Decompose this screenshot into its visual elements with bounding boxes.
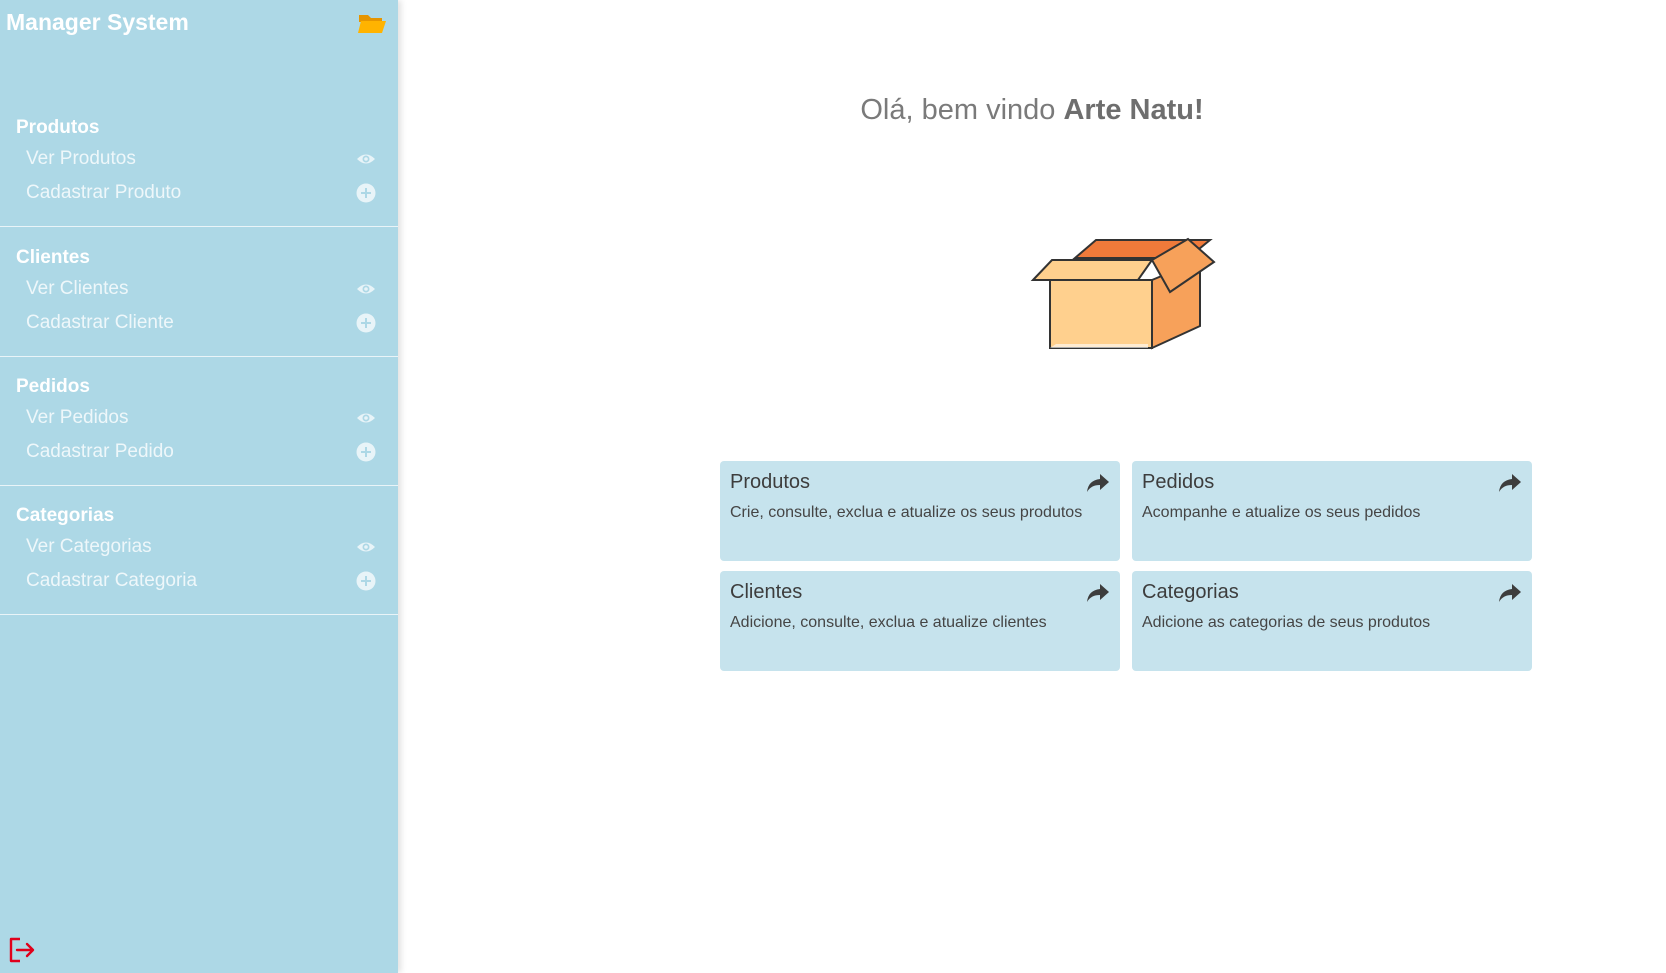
sidebar-item-cadastrar-produto[interactable]: Cadastrar Produto	[26, 178, 376, 208]
sidebar-item-label: Cadastrar Categoria	[26, 570, 198, 591]
sidebar-section-pedidos: Pedidos Ver Pedidos Cadastrar Pedido	[0, 357, 398, 486]
card-produtos[interactable]: Produtos Crie, consulte, exclua e atuali…	[720, 461, 1120, 561]
sidebar-section-produtos: Produtos Ver Produtos Cadastrar Produto	[0, 110, 398, 227]
user-name: Arte Natu!	[1063, 94, 1204, 126]
section-title: Categorias	[16, 505, 115, 526]
folder-open-icon	[358, 15, 386, 33]
sidebar-section-categorias: Categorias Ver Categorias Cadastrar Cate…	[0, 486, 398, 615]
section-title: Produtos	[16, 117, 100, 138]
card-title: Produtos	[730, 471, 811, 493]
sidebar-item-label: Ver Clientes	[26, 278, 129, 299]
sidebar-item-cadastrar-pedido[interactable]: Cadastrar Pedido	[26, 437, 376, 467]
sidebar-item-ver-produtos[interactable]: Ver Produtos	[26, 144, 376, 174]
share-arrow-icon	[1499, 584, 1521, 602]
sidebar-item-cadastrar-cliente[interactable]: Cadastrar Cliente	[26, 308, 376, 338]
card-title: Clientes	[730, 581, 803, 603]
card-clientes[interactable]: Clientes Adicione, consulte, exclua e at…	[720, 571, 1120, 671]
welcome-heading: Olá, bem vindo Arte Natu!	[398, 94, 1666, 127]
card-description: Adicione, consulte, exclua e atualize cl…	[730, 614, 1047, 631]
greeting-text: Olá, bem vindo	[860, 94, 1056, 126]
sidebar-item-label: Ver Categorias	[26, 536, 152, 557]
sidebar-item-ver-categorias[interactable]: Ver Categorias	[26, 532, 376, 562]
card-description: Adicione as categorias de seus produtos	[1142, 614, 1431, 631]
open-box-illustration	[1030, 237, 1216, 350]
eye-icon	[357, 284, 375, 294]
sidebar-item-cadastrar-categoria[interactable]: Cadastrar Categoria	[26, 566, 376, 596]
card-title: Categorias	[1142, 581, 1239, 603]
eye-icon	[357, 413, 375, 423]
sidebar-item-ver-clientes[interactable]: Ver Clientes	[26, 274, 376, 304]
sidebar-item-label: Cadastrar Produto	[26, 182, 182, 203]
main-content: Olá, bem vindo Arte Natu! Produtos Crie,…	[398, 0, 1666, 973]
card-description: Acompanhe e atualize os seus pedidos	[1142, 504, 1421, 521]
eye-icon	[357, 542, 375, 552]
sidebar-item-label: Cadastrar Pedido	[26, 441, 174, 462]
plus-circle-icon	[356, 183, 376, 203]
card-pedidos[interactable]: Pedidos Acompanhe e atualize os seus ped…	[1132, 461, 1532, 561]
sidebar-item-label: Ver Pedidos	[26, 407, 129, 428]
section-title: Pedidos	[16, 376, 90, 397]
sidebar-item-ver-pedidos[interactable]: Ver Pedidos	[26, 403, 376, 433]
eye-icon	[357, 154, 375, 164]
section-title: Clientes	[16, 247, 90, 268]
card-description: Crie, consulte, exclua e atualize os seu…	[730, 504, 1083, 521]
share-arrow-icon	[1087, 584, 1109, 602]
sidebar-item-label: Ver Produtos	[26, 148, 136, 169]
sidebar: Manager System Produtos Ver Produtos Cad…	[0, 0, 398, 973]
share-arrow-icon	[1499, 474, 1521, 492]
plus-circle-icon	[356, 442, 376, 462]
logout-icon[interactable]	[8, 937, 36, 963]
sidebar-item-label: Cadastrar Cliente	[26, 312, 174, 333]
plus-circle-icon	[356, 313, 376, 333]
card-title: Pedidos	[1142, 471, 1215, 493]
share-arrow-icon	[1087, 474, 1109, 492]
card-categorias[interactable]: Categorias Adicione as categorias de seu…	[1132, 571, 1532, 671]
plus-circle-icon	[356, 571, 376, 591]
app-title: Manager System	[6, 9, 189, 35]
sidebar-section-clientes: Clientes Ver Clientes Cadastrar Cliente	[0, 227, 398, 357]
